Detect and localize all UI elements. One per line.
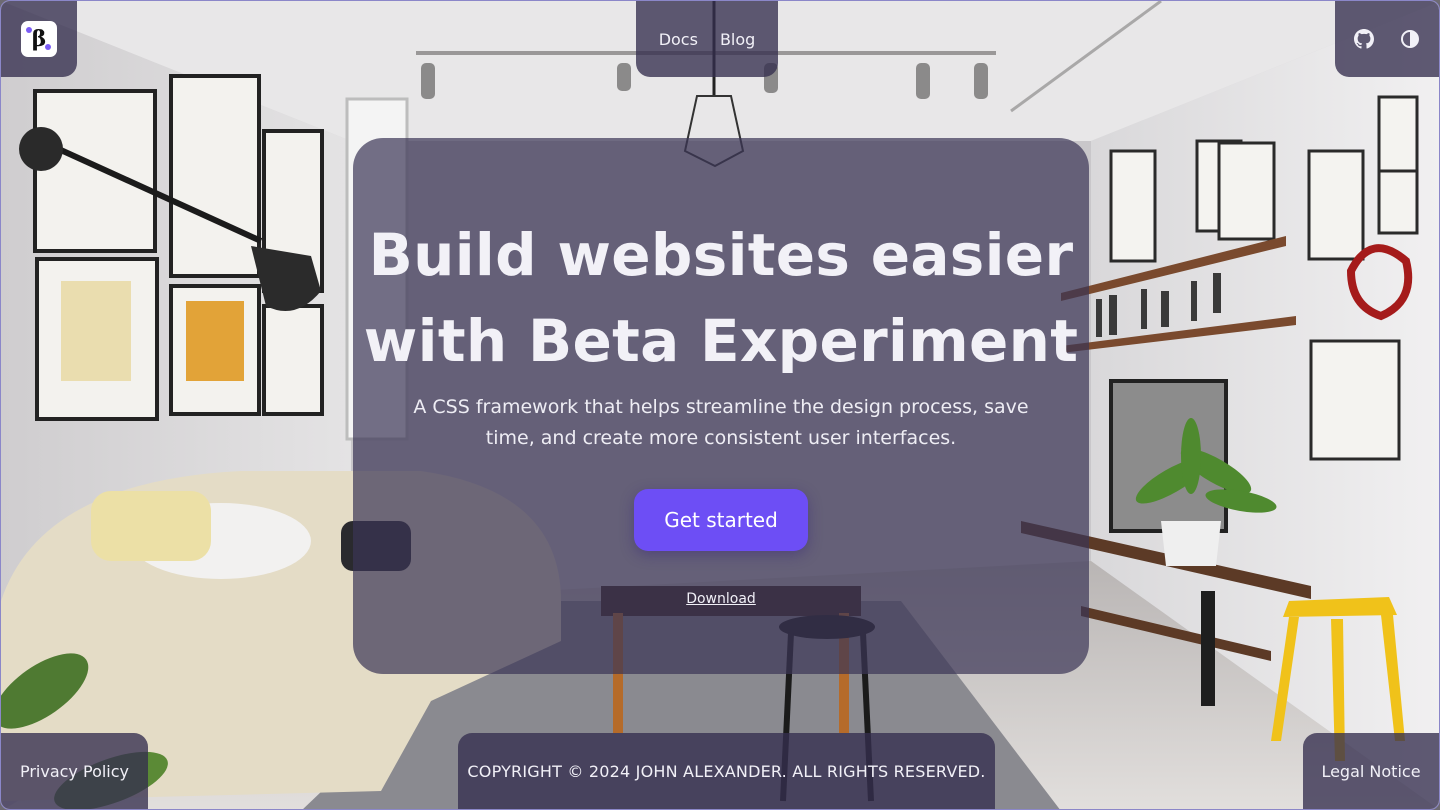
hero-title-line2: with Beta Experiment <box>363 307 1079 375</box>
top-nav: Docs Blog <box>636 1 778 77</box>
logo-container[interactable]: β <box>1 1 77 77</box>
legal-notice-link[interactable]: Legal Notice <box>1303 733 1439 809</box>
logo-dot <box>26 27 32 33</box>
nav-link-docs[interactable]: Docs <box>659 30 698 49</box>
page: β Docs Blog Build websites easier with B… <box>0 0 1440 810</box>
nav-link-blog[interactable]: Blog <box>720 30 755 49</box>
privacy-policy-link[interactable]: Privacy Policy <box>1 733 148 809</box>
beta-logo-icon[interactable]: β <box>21 21 57 57</box>
logo-glyph: β <box>31 26 47 52</box>
github-icon[interactable] <box>1354 29 1374 49</box>
header-tools <box>1335 1 1439 77</box>
hero-subtitle: A CSS framework that helps streamline th… <box>413 396 1029 449</box>
logo-dot <box>45 44 51 50</box>
hero-card: Build websites easier with Beta Experime… <box>353 138 1089 674</box>
hero-title: Build websites easier with Beta Experime… <box>353 212 1089 384</box>
download-link[interactable]: Download <box>353 591 1089 607</box>
copyright-text: COPYRIGHT © 2024 JOHN ALEXANDER. ALL RIG… <box>458 733 995 809</box>
hero-title-line1: Build websites easier <box>368 221 1074 289</box>
get-started-button[interactable]: Get started <box>634 489 808 551</box>
contrast-icon[interactable] <box>1400 29 1420 49</box>
